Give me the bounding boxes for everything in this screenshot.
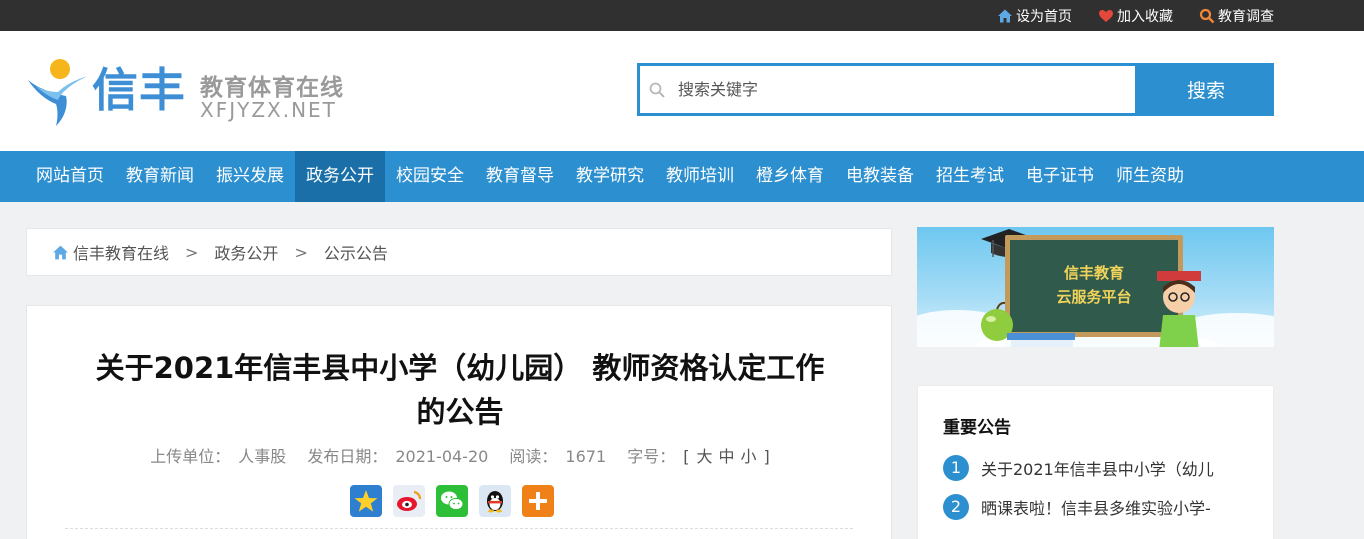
- nav-item[interactable]: 网站首页: [25, 151, 115, 202]
- home-icon: [998, 9, 1012, 22]
- article-title: 关于2021年信丰县中小学（幼儿园） 教师资格认定工作 的公告: [67, 346, 853, 434]
- nav-item[interactable]: 电教装备: [835, 151, 925, 202]
- font-size-large[interactable]: 大: [697, 447, 713, 466]
- plus-icon: [529, 492, 547, 510]
- nav-item[interactable]: 电子证书: [1015, 151, 1105, 202]
- books-icon: [1007, 333, 1075, 347]
- important-notices-panel: 重要公告 1 关于2021年信丰县中小学（幼儿 2 晒课表啦！信丰县多维实验小学…: [917, 385, 1274, 539]
- share-weibo-button[interactable]: [393, 485, 425, 517]
- nav-item[interactable]: 师生资助: [1105, 151, 1195, 202]
- nav-item[interactable]: 校园安全: [385, 151, 475, 202]
- article-panel: 关于2021年信丰县中小学（幼儿园） 教师资格认定工作 的公告 上传单位： 人事股…: [26, 305, 892, 539]
- site-header: 信丰 教育体育在线 XFJYZX.NET 搜索: [0, 31, 1364, 151]
- search-bar: 搜索: [637, 63, 1274, 116]
- set-homepage-label: 设为首页: [1016, 8, 1072, 25]
- search-input[interactable]: [678, 80, 1118, 99]
- search-box: [637, 63, 1138, 116]
- upload-unit: 上传单位： 人事股: [146, 447, 290, 466]
- font-size-small[interactable]: 小: [741, 447, 757, 466]
- notice-number: 2: [943, 494, 969, 520]
- logo-domain: XFJYZX.NET: [200, 98, 337, 122]
- nav-item[interactable]: 政务公开: [295, 151, 385, 202]
- font-size-close-bracket: ]: [763, 447, 770, 466]
- article-title-line1: 关于2021年信丰县中小学（幼儿园） 教师资格认定工作: [95, 351, 825, 385]
- breadcrumb: 信丰教育在线 > 政务公开 > 公示公告: [26, 228, 892, 276]
- search-button[interactable]: 搜索: [1138, 63, 1274, 116]
- nav-list: 网站首页 教育新闻 振兴发展 政务公开 校园安全 教育督导 教学研究 教师培训 橙乡体育 电教装备…: [25, 151, 1195, 202]
- font-size-medium[interactable]: 中: [719, 447, 735, 466]
- publish-date-label: 发布日期：: [307, 447, 388, 466]
- nav-item[interactable]: 教育新闻: [115, 151, 205, 202]
- main-nav: 网站首页 教育新闻 振兴发展 政务公开 校园安全 教育督导 教学研究 教师培训 橙乡体育 电教装备…: [0, 151, 1364, 202]
- article-divider: [65, 528, 853, 529]
- logo-mark-icon: [28, 59, 88, 126]
- notice-title: 晒课表啦！信丰县多维实验小学-: [981, 499, 1211, 518]
- upload-unit-label: 上传单位：: [150, 447, 231, 466]
- article-meta: 上传单位： 人事股 发布日期： 2021-04-20 阅读： 1671 字号： [ 大中小…: [27, 443, 893, 467]
- heart-icon: [1099, 9, 1113, 22]
- add-favorite-link[interactable]: 加入收藏: [1098, 6, 1173, 26]
- notice-item[interactable]: 2 晒课表啦！信丰县多维实验小学-: [943, 494, 1256, 520]
- share-more-button[interactable]: [522, 485, 554, 517]
- nav-item[interactable]: 教学研究: [565, 151, 655, 202]
- publish-date: 发布日期： 2021-04-20: [303, 447, 492, 466]
- education-survey-label: 教育调查: [1218, 8, 1274, 25]
- breadcrumb-separator: >: [294, 242, 308, 262]
- add-favorite-label: 加入收藏: [1117, 8, 1173, 25]
- share-qq-button[interactable]: [479, 485, 511, 517]
- read-count: 阅读： 1671: [505, 447, 610, 466]
- top-links: 设为首页 加入收藏 教育调查: [997, 0, 1274, 31]
- publish-date-value: 2021-04-20: [395, 447, 489, 466]
- nav-item[interactable]: 招生考试: [925, 151, 1015, 202]
- site-logo[interactable]: 信丰 教育体育在线 XFJYZX.NET: [26, 58, 356, 128]
- breadcrumb-government-affairs[interactable]: 政务公开: [214, 240, 278, 264]
- nav-item[interactable]: 教师培训: [655, 151, 745, 202]
- read-count-value: 1671: [565, 447, 607, 466]
- set-homepage-link[interactable]: 设为首页: [997, 6, 1072, 26]
- notice-title: 关于2021年信丰县中小学（幼儿: [981, 460, 1214, 479]
- breadcrumb-home[interactable]: 信丰教育在线: [73, 240, 169, 264]
- font-size-open-bracket: [: [683, 447, 690, 466]
- font-size-label: 字号：: [627, 447, 676, 466]
- search-icon: [649, 82, 665, 98]
- weibo-icon: [397, 490, 422, 511]
- article-title-line2: 的公告: [416, 395, 504, 429]
- nav-item[interactable]: 橙乡体育: [745, 151, 835, 202]
- notice-number: 1: [943, 455, 969, 481]
- upload-unit-value: 人事股: [238, 447, 287, 466]
- qq-penguin-icon: [487, 491, 503, 513]
- search-icon: [1199, 8, 1215, 23]
- breadcrumb-announcements[interactable]: 公示公告: [324, 240, 388, 264]
- student-icon: [1157, 271, 1201, 347]
- cloud-platform-banner[interactable]: 信丰教育 云服务平台: [917, 227, 1274, 347]
- logo-name: 信丰: [92, 63, 186, 117]
- share-wechat-button[interactable]: [436, 485, 468, 517]
- nav-item[interactable]: 振兴发展: [205, 151, 295, 202]
- share-bar: [350, 485, 554, 517]
- notice-item[interactable]: 1 关于2021年信丰县中小学（幼儿: [943, 455, 1256, 481]
- read-count-label: 阅读：: [509, 447, 558, 466]
- wechat-icon: [441, 491, 464, 511]
- top-bar: 设为首页 加入收藏 教育调查: [0, 0, 1364, 31]
- logo-subtitle: 教育体育在线: [200, 75, 344, 101]
- notices-title: 重要公告: [943, 418, 1011, 438]
- education-survey-link[interactable]: 教育调查: [1199, 6, 1274, 26]
- share-qzone-button[interactable]: [350, 485, 382, 517]
- breadcrumb-separator: >: [185, 242, 199, 262]
- home-icon: [53, 245, 68, 259]
- font-size-switcher: 字号： [ 大中小]: [623, 447, 774, 466]
- star-icon: [354, 490, 378, 512]
- nav-item[interactable]: 教育督导: [475, 151, 565, 202]
